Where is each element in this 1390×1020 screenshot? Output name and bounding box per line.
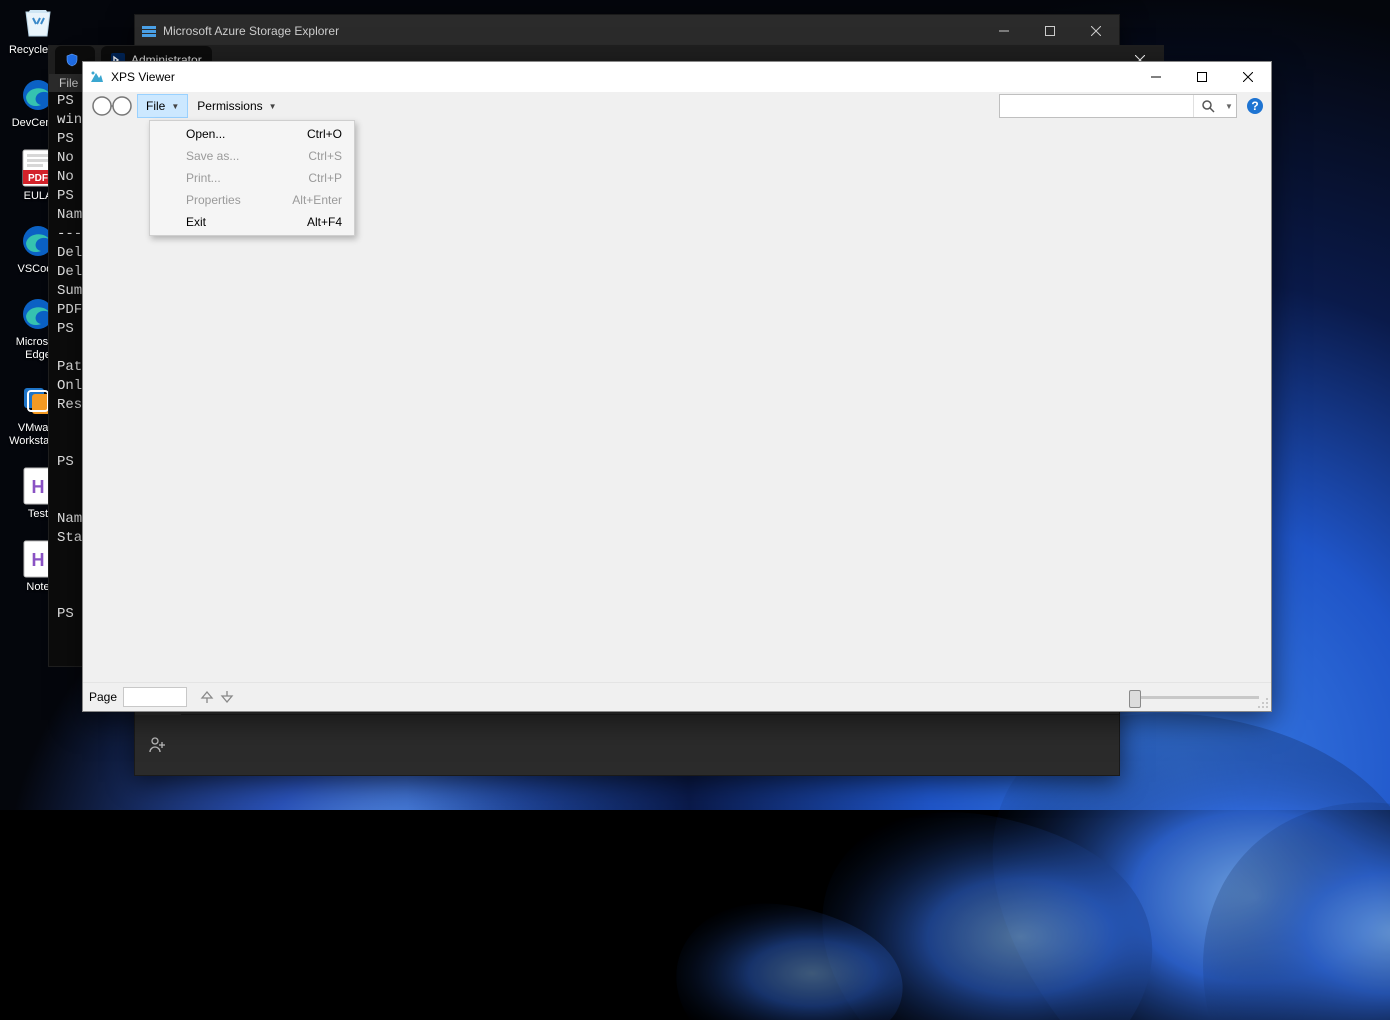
file-menu-item-open[interactable]: Open... Ctrl+O — [152, 123, 352, 145]
azure-titlebar[interactable]: Microsoft Azure Storage Explorer — [135, 15, 1119, 47]
permissions-menu-label: Permissions — [197, 99, 262, 113]
chevron-down-icon: ▼ — [171, 102, 179, 111]
chevron-down-icon: ▼ — [269, 102, 277, 111]
xps-app-icon — [83, 69, 111, 85]
reading-view-icon[interactable] — [87, 95, 137, 117]
azure-accounts-button[interactable] — [135, 715, 182, 775]
xps-minimize-button[interactable] — [1133, 62, 1179, 92]
svg-text:H: H — [32, 477, 45, 497]
page-up-icon[interactable] — [199, 689, 215, 705]
resize-grip-icon[interactable] — [1257, 697, 1269, 709]
recycle-bin-icon — [18, 2, 58, 42]
azure-minimize-button[interactable] — [981, 15, 1027, 47]
xps-titlebar[interactable]: XPS Viewer — [83, 62, 1271, 92]
menu-item-shortcut: Alt+Enter — [292, 193, 342, 207]
azure-maximize-button[interactable] — [1027, 15, 1073, 47]
menu-item-shortcut: Ctrl+S — [308, 149, 342, 163]
menu-item-label: Properties — [186, 193, 241, 207]
azure-close-button[interactable] — [1073, 15, 1119, 47]
menu-item-shortcut: Ctrl+P — [308, 171, 342, 185]
file-menu-button[interactable]: File ▼ — [137, 94, 188, 118]
search-input[interactable] — [1000, 99, 1193, 113]
help-icon[interactable]: ? — [1243, 94, 1267, 118]
file-menu-dropdown: Open... Ctrl+O Save as... Ctrl+S Print... Ctr… — [149, 120, 355, 236]
shield-icon — [65, 53, 79, 67]
menu-item-label: Print... — [186, 171, 221, 185]
desktop-icon-label: Test — [28, 508, 48, 521]
xps-close-button[interactable] — [1225, 62, 1271, 92]
menu-item-label: Open... — [186, 127, 225, 141]
file-menu-item-save-as: Save as... Ctrl+S — [152, 145, 352, 167]
azure-statusbar — [181, 714, 1119, 775]
search-dropdown-icon[interactable]: ▼ — [1222, 102, 1236, 111]
menu-item-label: Save as... — [186, 149, 239, 163]
zoom-slider[interactable] — [1129, 696, 1259, 699]
permissions-menu-button[interactable]: Permissions ▼ — [188, 94, 285, 118]
file-menu-label: File — [146, 99, 165, 113]
page-number-input[interactable] — [123, 687, 187, 707]
xps-statusbar: Page — [83, 682, 1271, 711]
svg-text:H: H — [32, 550, 45, 570]
xps-title-text: XPS Viewer — [111, 70, 175, 84]
xps-maximize-button[interactable] — [1179, 62, 1225, 92]
file-menu-item-exit[interactable]: Exit Alt+F4 — [152, 211, 352, 233]
page-label: Page — [83, 690, 123, 704]
azure-title-text: Microsoft Azure Storage Explorer — [163, 24, 339, 38]
azure-app-icon — [135, 23, 163, 39]
svg-text:PDF: PDF — [28, 173, 48, 184]
xps-toolbar: File ▼ Permissions ▼ ▼ ? — [83, 92, 1271, 121]
menu-item-shortcut: Alt+F4 — [307, 215, 342, 229]
menu-item-shortcut: Ctrl+O — [307, 127, 342, 141]
search-icon[interactable] — [1193, 95, 1222, 117]
xps-viewer-window[interactable]: XPS Viewer File ▼ Permissions ▼ ▼ ? — [82, 61, 1272, 712]
file-menu-item-print: Print... Ctrl+P — [152, 167, 352, 189]
svg-text:?: ? — [1251, 99, 1258, 113]
ps-menu-file[interactable]: File — [59, 76, 78, 90]
desktop-icon-label: Note — [26, 581, 49, 594]
file-menu-item-properties: Properties Alt+Enter — [152, 189, 352, 211]
menu-item-label: Exit — [186, 215, 206, 229]
search-box[interactable]: ▼ — [999, 94, 1237, 118]
page-down-icon[interactable] — [219, 689, 235, 705]
